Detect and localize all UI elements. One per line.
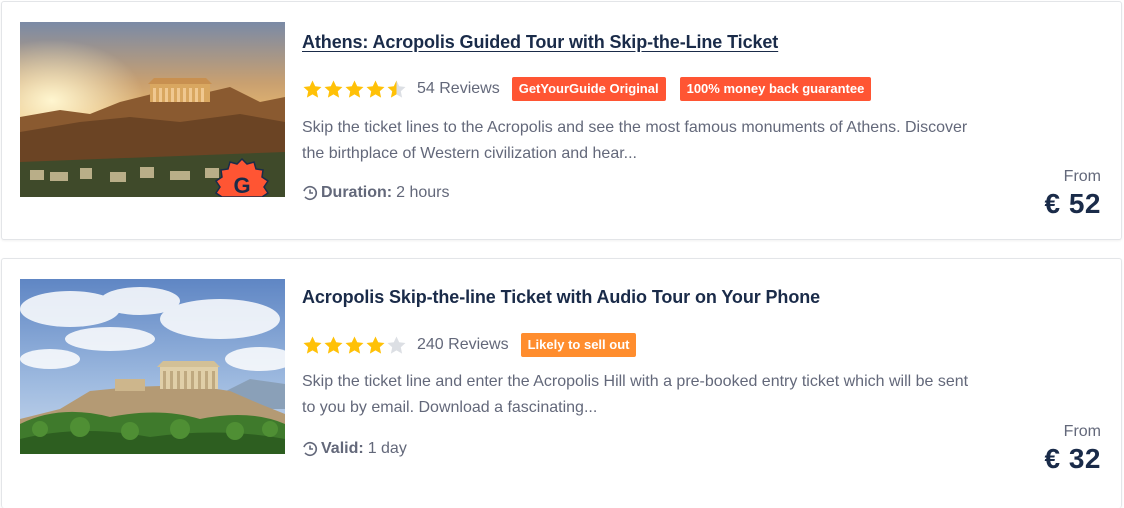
listing-card[interactable]: G Athens: Acropolis Guided Tour with Ski… xyxy=(1,1,1122,240)
star-full-icon xyxy=(303,80,322,98)
star-rating xyxy=(302,79,407,100)
duration-value: 2 hours xyxy=(396,184,450,201)
svg-text:G: G xyxy=(233,173,250,197)
star-full-icon xyxy=(366,336,385,354)
price-prefix: From xyxy=(1063,423,1101,440)
duration: Duration: 2 hours xyxy=(302,184,449,202)
description-line: to you by email. Download a fascinating.… xyxy=(302,399,598,416)
listing-title[interactable]: Acropolis Skip-the-line Ticket with Audi… xyxy=(302,287,820,308)
star-rating xyxy=(302,335,407,356)
listing-card[interactable]: Acropolis Skip-the-line Ticket with Audi… xyxy=(1,258,1122,508)
duration-label: Duration: xyxy=(321,184,393,201)
badge-likely-to-sell-out: Likely to sell out xyxy=(520,333,637,357)
clock-icon xyxy=(302,441,318,457)
price-block: From € 32 xyxy=(1045,423,1102,475)
validity: Valid: 1 day xyxy=(302,440,407,458)
rating-row: 240 Reviews Likely to sell out xyxy=(302,332,650,358)
acropolis-daylight-photo xyxy=(20,279,285,454)
acropolis-sunset-photo: G xyxy=(20,22,285,197)
listing-image[interactable] xyxy=(20,279,285,454)
star-full-icon xyxy=(324,336,343,354)
price-block: From € 52 xyxy=(1045,168,1102,220)
listing-title[interactable]: Athens: Acropolis Guided Tour with Skip-… xyxy=(302,32,778,53)
validity-label: Valid: xyxy=(321,440,364,457)
star-full-icon xyxy=(303,336,322,354)
validity-value: 1 day xyxy=(367,440,407,457)
star-full-icon xyxy=(366,80,385,98)
star-half-icon xyxy=(387,80,406,98)
listing-description: Skip the ticket lines to the Acropolis a… xyxy=(302,115,1062,167)
price: € 52 xyxy=(1044,188,1101,219)
price: € 32 xyxy=(1044,443,1101,474)
star-empty-icon xyxy=(387,336,406,354)
review-count[interactable]: 54 Reviews xyxy=(417,80,500,98)
star-full-icon xyxy=(345,80,364,98)
description-line: Skip the ticket lines to the Acropolis a… xyxy=(302,119,968,136)
clock-icon xyxy=(302,185,318,201)
rating-row: 54 Reviews GetYourGuide Original 100% mo… xyxy=(302,76,885,102)
price-prefix: From xyxy=(1063,168,1101,185)
review-count[interactable]: 240 Reviews xyxy=(417,336,509,354)
description-line: Skip the ticket line and enter the Acrop… xyxy=(302,373,969,390)
listing-description: Skip the ticket line and enter the Acrop… xyxy=(302,369,1062,421)
star-full-icon xyxy=(324,80,343,98)
star-full-icon xyxy=(345,336,364,354)
listing-image[interactable]: G xyxy=(20,22,285,197)
badge-money-back: 100% money back guarantee xyxy=(679,77,872,101)
description-line: the birthplace of Western civilization a… xyxy=(302,145,637,162)
badge-getyourguide-original: GetYourGuide Original xyxy=(511,77,666,101)
